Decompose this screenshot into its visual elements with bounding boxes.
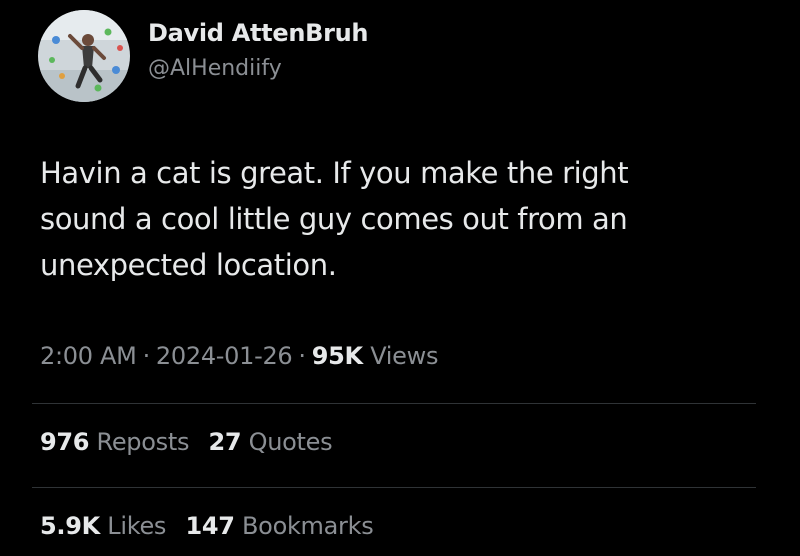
tweet-text-line: unexpected location. (40, 248, 337, 282)
bookmarks-count: 147 (185, 512, 235, 540)
engagement-row-likes: 5.9K Likes 147 Bookmarks (40, 512, 385, 540)
likes-stat[interactable]: 5.9K Likes (40, 512, 166, 540)
tweet-card: David AttenBruh @AlHendiify Havin a cat … (0, 0, 800, 556)
engagement-row-reposts: 976 Reposts 27 Quotes (40, 428, 344, 456)
likes-count: 5.9K (40, 512, 100, 540)
author-handle[interactable]: @AlHendiify (148, 56, 282, 81)
tweet-text: Havin a cat is great. If you make the ri… (40, 150, 780, 288)
reposts-stat[interactable]: 976 Reposts (40, 428, 189, 456)
tweet-text-line: Havin a cat is great. If you make the ri… (40, 156, 629, 190)
bookmarks-stat[interactable]: 147 Bookmarks (185, 512, 373, 540)
meta-separator: · (142, 342, 151, 370)
tweet-time[interactable]: 2:00 AM (40, 342, 137, 370)
reposts-label: Reposts (96, 428, 190, 456)
reposts-count: 976 (40, 428, 90, 456)
tweet-meta: 2:00 AM · 2024-01-26 · 95K Views (40, 342, 438, 370)
likes-label: Likes (107, 512, 167, 540)
climber-avatar-icon (38, 10, 130, 102)
tweet-date[interactable]: 2024-01-26 (156, 342, 293, 370)
views-label: Views (370, 342, 439, 370)
avatar[interactable] (38, 10, 130, 102)
divider (32, 487, 756, 488)
tweet-text-line: sound a cool little guy comes out from a… (40, 202, 628, 236)
quotes-stat[interactable]: 27 Quotes (209, 428, 333, 456)
meta-separator: · (298, 342, 306, 370)
divider (32, 403, 756, 404)
author-display-name[interactable]: David AttenBruh (148, 19, 369, 47)
views-count: 95K (311, 342, 363, 370)
bookmarks-label: Bookmarks (242, 512, 374, 540)
quotes-count: 27 (208, 428, 242, 456)
quotes-label: Quotes (248, 428, 333, 456)
